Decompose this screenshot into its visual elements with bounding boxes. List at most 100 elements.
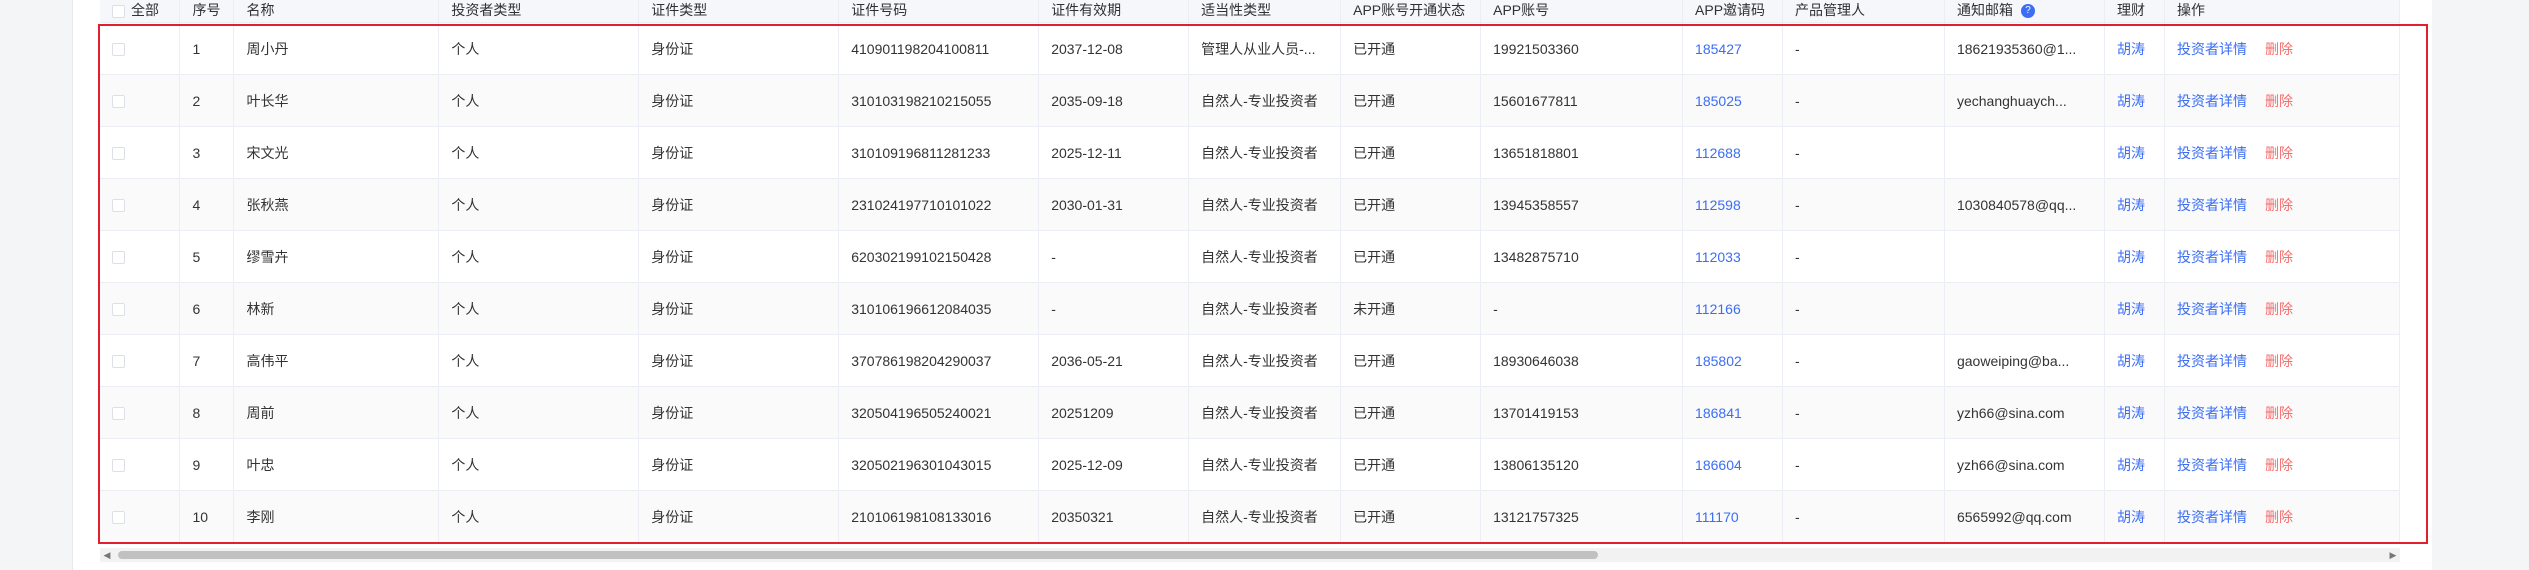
cell-select[interactable]: [100, 178, 181, 231]
scrollbar-thumb[interactable]: [118, 551, 1598, 559]
row-checkbox[interactable]: [112, 459, 125, 473]
header-app-status: APP账号开通状态: [1340, 0, 1482, 23]
header-id-type: 证件类型: [638, 0, 840, 23]
cell-name: 张秋燕: [233, 178, 440, 231]
delete-link[interactable]: 删除: [2265, 197, 2293, 213]
cell-app-invite-code[interactable]: 185802: [1682, 334, 1784, 387]
header-app-invite-code: APP邀请码: [1682, 0, 1784, 23]
cell-investor-type: 个人: [438, 386, 640, 439]
cell-id-number: 231024197710101022: [838, 178, 1040, 231]
investor-detail-link[interactable]: 投资者详情: [2177, 249, 2247, 265]
cell-select[interactable]: [100, 438, 181, 491]
cell-select[interactable]: [100, 282, 181, 335]
delete-link[interactable]: 删除: [2265, 457, 2293, 473]
cell-select[interactable]: [100, 126, 181, 179]
investor-detail-link[interactable]: 投资者详情: [2177, 301, 2247, 317]
cell-id-number: 410901198204100811: [838, 22, 1040, 75]
cell-seq: 4: [179, 178, 235, 231]
cell-suitability-type: 自然人-专业投资者: [1188, 386, 1342, 439]
row-checkbox[interactable]: [112, 407, 125, 421]
cell-product-manager: -: [1782, 22, 1945, 75]
row-checkbox[interactable]: [112, 355, 125, 369]
cell-id-expiry: 20350321: [1038, 490, 1190, 543]
cell-financial-advisor[interactable]: 胡涛: [2104, 386, 2165, 439]
cell-select[interactable]: [100, 490, 181, 543]
cell-id-expiry: 2025-12-11: [1038, 126, 1190, 179]
cell-seq: 10: [179, 490, 235, 543]
delete-link[interactable]: 删除: [2265, 509, 2293, 525]
cell-id-number: 310109196811281233: [838, 126, 1040, 179]
cell-actions: 投资者详情 删除: [2164, 334, 2400, 387]
investor-detail-link[interactable]: 投资者详情: [2177, 41, 2247, 57]
cell-suitability-type: 自然人-专业投资者: [1188, 126, 1342, 179]
row-checkbox[interactable]: [112, 511, 125, 525]
cell-app-invite-code[interactable]: 112598: [1682, 178, 1784, 231]
cell-financial-advisor[interactable]: 胡涛: [2104, 230, 2165, 283]
delete-link[interactable]: 删除: [2265, 145, 2293, 161]
cell-app-invite-code[interactable]: 186841: [1682, 386, 1784, 439]
cell-financial-advisor[interactable]: 胡涛: [2104, 178, 2165, 231]
cell-select[interactable]: [100, 230, 181, 283]
header-seq: 序号: [179, 0, 235, 23]
cell-financial-advisor[interactable]: 胡涛: [2104, 334, 2165, 387]
cell-app-invite-code[interactable]: 112688: [1682, 126, 1784, 179]
delete-link[interactable]: 删除: [2265, 353, 2293, 369]
delete-link[interactable]: 删除: [2265, 93, 2293, 109]
cell-app-invite-code[interactable]: 185025: [1682, 74, 1784, 127]
delete-link[interactable]: 删除: [2265, 41, 2293, 57]
caret-right-icon[interactable]: ▶: [2388, 550, 2398, 560]
cell-app-account: 13651818801: [1480, 126, 1684, 179]
investor-detail-link[interactable]: 投资者详情: [2177, 509, 2247, 525]
investor-detail-link[interactable]: 投资者详情: [2177, 197, 2247, 213]
row-checkbox[interactable]: [112, 147, 125, 161]
row-checkbox[interactable]: [112, 199, 125, 213]
cell-name: 叶忠: [233, 438, 440, 491]
caret-left-icon[interactable]: ◀: [102, 550, 112, 560]
cell-select[interactable]: [100, 22, 181, 75]
investor-detail-link[interactable]: 投资者详情: [2177, 93, 2247, 109]
cell-select[interactable]: [100, 386, 181, 439]
cell-id-type: 身份证: [638, 282, 840, 335]
select-all-checkbox[interactable]: [112, 4, 125, 18]
cell-app-status: 已开通: [1340, 126, 1482, 179]
cell-seq: 8: [179, 386, 235, 439]
cell-app-invite-code[interactable]: 112033: [1682, 230, 1784, 283]
cell-app-invite-code[interactable]: 185427: [1682, 22, 1784, 75]
investor-detail-link[interactable]: 投资者详情: [2177, 145, 2247, 161]
cell-select[interactable]: [100, 334, 181, 387]
cell-financial-advisor[interactable]: 胡涛: [2104, 22, 2165, 75]
cell-financial-advisor[interactable]: 胡涛: [2104, 74, 2165, 127]
row-checkbox[interactable]: [112, 251, 125, 265]
row-checkbox[interactable]: [112, 95, 125, 109]
cell-id-number: 320502196301043015: [838, 438, 1040, 491]
investor-table-container: 全部 序号 名称 投资者类型 证件类型 证件号码 证件有效期 适当性类型 APP…: [100, 0, 2400, 548]
row-checkbox[interactable]: [112, 303, 125, 317]
question-circle-icon[interactable]: ?: [2020, 4, 2035, 19]
header-select-all[interactable]: 全部: [100, 0, 181, 23]
cell-app-status: 已开通: [1340, 230, 1482, 283]
investor-table: 全部 序号 名称 投资者类型 证件类型 证件号码 证件有效期 适当性类型 APP…: [100, 0, 2400, 543]
header-suitability-type: 适当性类型: [1188, 0, 1342, 23]
cell-financial-advisor[interactable]: 胡涛: [2104, 126, 2165, 179]
cell-financial-advisor[interactable]: 胡涛: [2104, 490, 2165, 543]
cell-app-invite-code[interactable]: 186604: [1682, 438, 1784, 491]
cell-financial-advisor[interactable]: 胡涛: [2104, 282, 2165, 335]
cell-id-number: 310106196612084035: [838, 282, 1040, 335]
investor-detail-link[interactable]: 投资者详情: [2177, 457, 2247, 473]
cell-select[interactable]: [100, 74, 181, 127]
cell-app-invite-code[interactable]: 112166: [1682, 282, 1784, 335]
cell-name: 宋文光: [233, 126, 440, 179]
cell-app-account: 13482875710: [1480, 230, 1684, 283]
row-checkbox[interactable]: [112, 43, 125, 57]
delete-link[interactable]: 删除: [2265, 301, 2293, 317]
cell-id-expiry: 20251209: [1038, 386, 1190, 439]
investor-detail-link[interactable]: 投资者详情: [2177, 353, 2247, 369]
delete-link[interactable]: 删除: [2265, 249, 2293, 265]
delete-link[interactable]: 删除: [2265, 405, 2293, 421]
cell-financial-advisor[interactable]: 胡涛: [2104, 438, 2165, 491]
cell-name: 叶长华: [233, 74, 440, 127]
investor-detail-link[interactable]: 投资者详情: [2177, 405, 2247, 421]
table-header-row: 全部 序号 名称 投资者类型 证件类型 证件号码 证件有效期 适当性类型 APP…: [100, 0, 2400, 23]
horizontal-scrollbar[interactable]: ◀ ▶: [100, 548, 2400, 562]
cell-app-invite-code[interactable]: 111170: [1682, 490, 1784, 543]
